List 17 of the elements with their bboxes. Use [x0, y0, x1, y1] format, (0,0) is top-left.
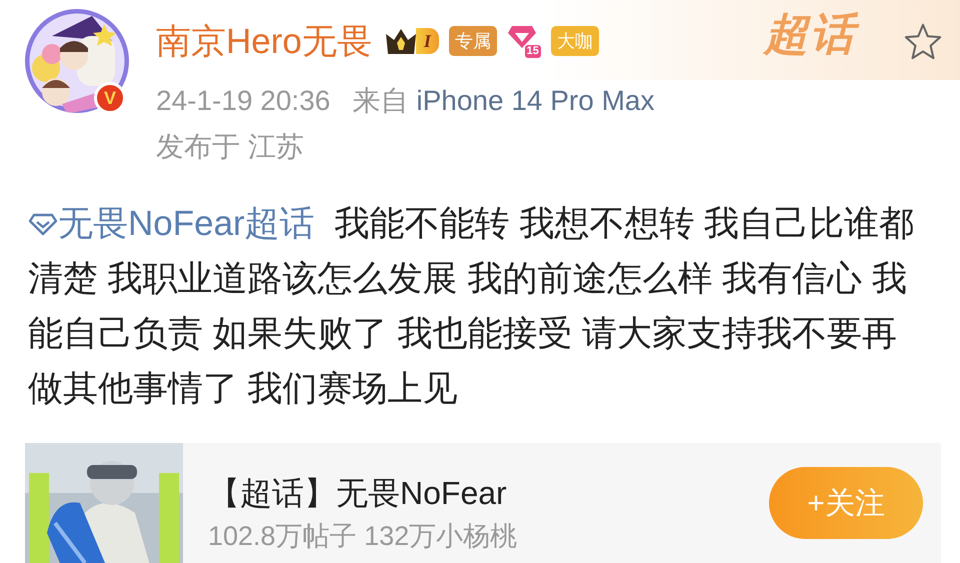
star-icon[interactable] — [904, 22, 942, 60]
level-badge: I — [416, 28, 439, 54]
topic-icon — [28, 212, 58, 236]
topic-card[interactable]: 【超话】无畏NoFear 102.8万帖子 132万小杨桃 +关注 — [25, 443, 941, 563]
post-time: 24-1-19 20:36 — [156, 84, 330, 118]
source-label: 来自 — [352, 84, 408, 118]
tag-badge: 大咖 — [550, 26, 599, 56]
tag-badge: 专属 — [448, 26, 497, 56]
post-text: 无畏NoFear超话 我能不能转 我想不想转 我自己比谁都清楚 我职业道路该怎么发展 我的前途怎么样 我有信心 我能自己负责 如果失败了 我也能接受 请大家支持我不要再做其他事情了 我们赛场上见 — [28, 203, 916, 410]
topic-link[interactable]: 无畏NoFear超话 — [28, 204, 315, 243]
level-number: 15 — [524, 45, 541, 58]
post-location: 发布于 江苏 — [156, 130, 305, 164]
source-device[interactable]: iPhone 14 Pro Max — [416, 80, 654, 122]
verified-badge: V — [94, 82, 126, 114]
card-stats: 102.8万帖子 132万小杨桃 — [208, 520, 518, 553]
card-title: 【超话】无畏NoFear — [208, 474, 508, 513]
user-name[interactable]: 南京Hero无畏 — [156, 24, 372, 58]
